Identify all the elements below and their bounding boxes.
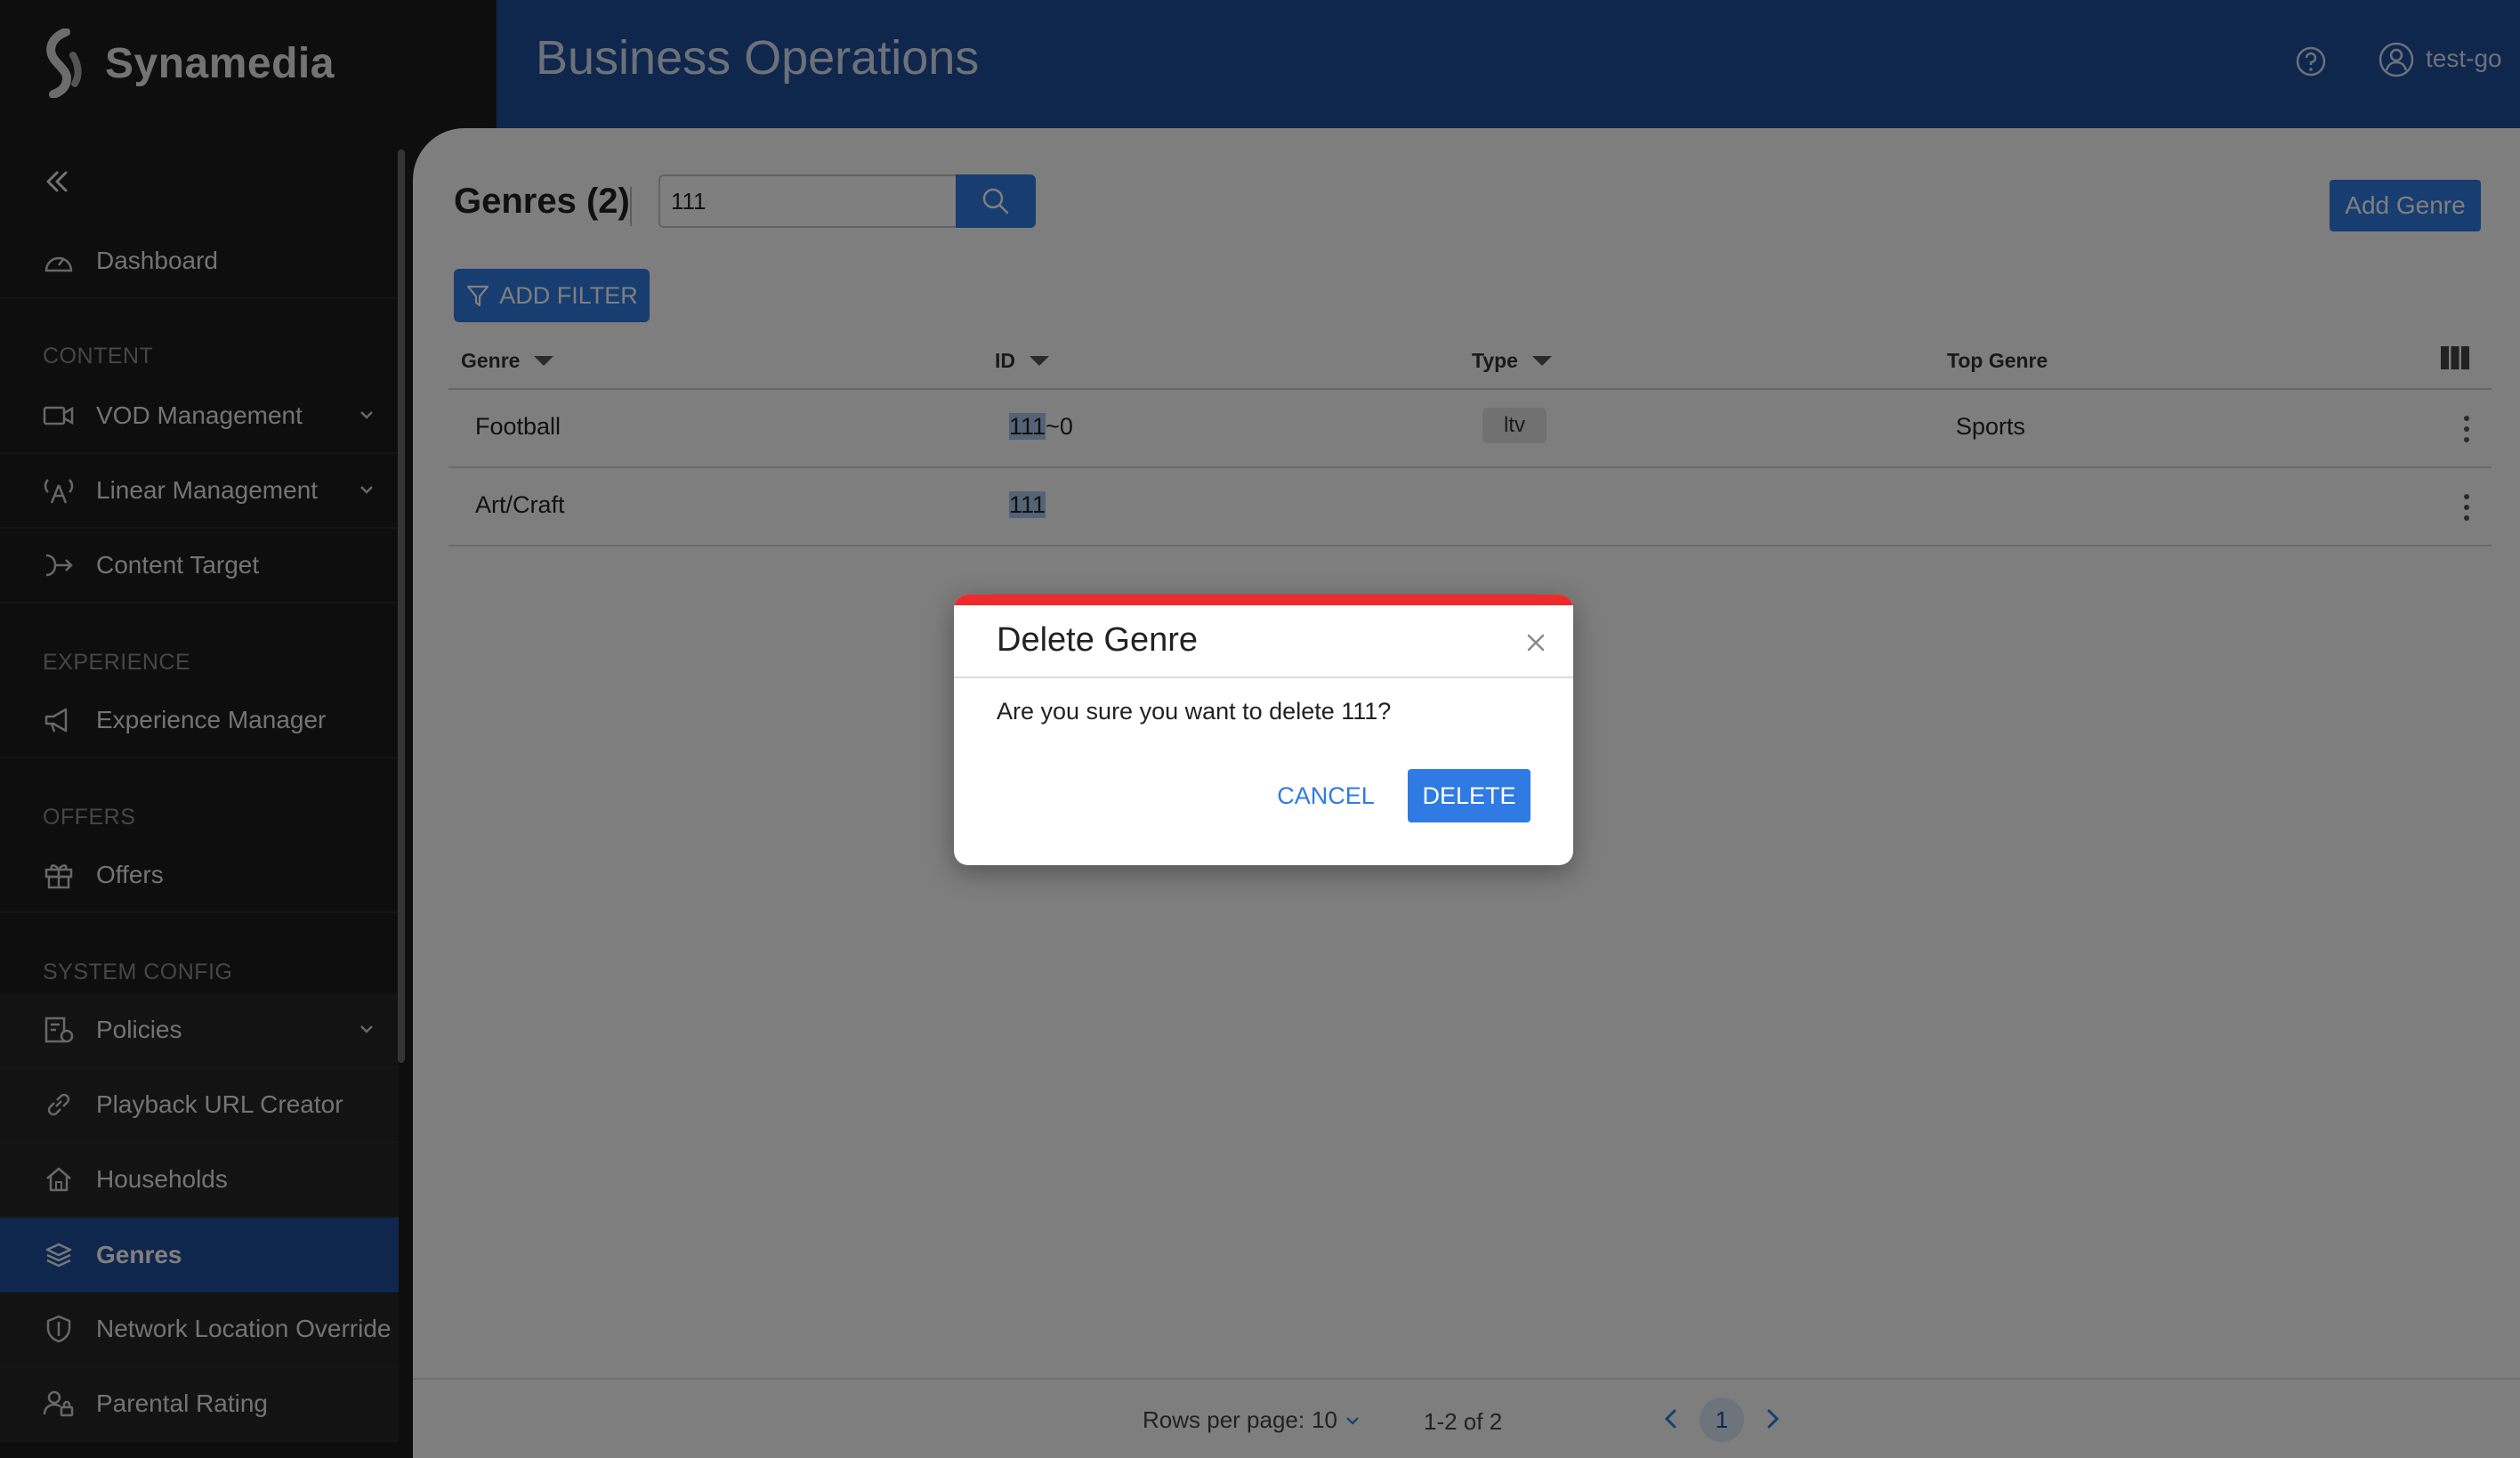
close-icon[interactable] bbox=[1523, 630, 1548, 655]
danger-accent-bar bbox=[954, 595, 1573, 605]
delete-genre-dialog: Delete Genre Are you sure you want to de… bbox=[954, 595, 1573, 865]
delete-button[interactable]: DELETE bbox=[1408, 769, 1531, 822]
dialog-title: Delete Genre bbox=[997, 621, 1199, 659]
dialog-message: Are you sure you want to delete 111? bbox=[997, 698, 1392, 725]
dialog-divider bbox=[954, 676, 1573, 678]
cancel-button[interactable]: CANCEL bbox=[1255, 769, 1397, 822]
